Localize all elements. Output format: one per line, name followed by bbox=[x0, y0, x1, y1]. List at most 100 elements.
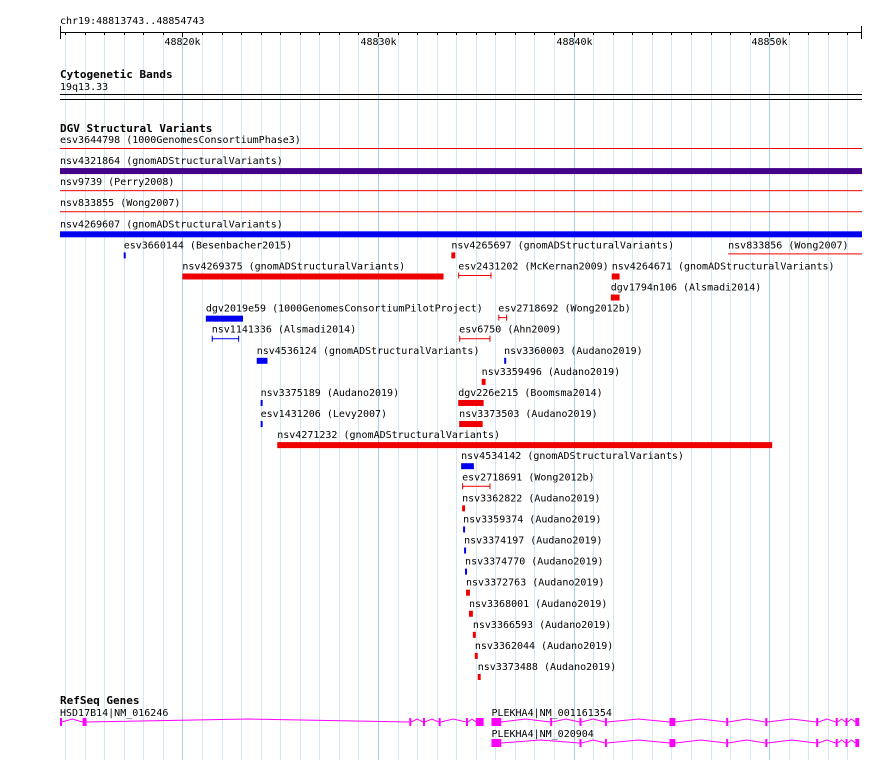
dgv-feature[interactable]: nsv3366593 (Audano2019) bbox=[472, 620, 611, 638]
refseq-exon bbox=[491, 739, 502, 747]
dgv-feature-label: nsv3362044 (Audano2019) bbox=[475, 641, 613, 652]
dgv-feature[interactable]: nsv833855 (Wong2007) bbox=[60, 198, 862, 213]
ruler[interactable]: 48820k 48830k 48840k 48850k bbox=[60, 26, 862, 48]
dgv-feature-label: nsv3373488 (Audano2019) bbox=[478, 662, 616, 673]
dgv-feature-glyph bbox=[477, 674, 481, 680]
dgv-feature-label: nsv3359374 (Audano2019) bbox=[463, 514, 601, 525]
dgv-feature[interactable]: nsv3373503 (Audano2019) bbox=[459, 409, 598, 428]
dgv-feature[interactable]: nsv3359496 (Audano2019) bbox=[481, 367, 620, 385]
dgv-feature-label: nsv3373503 (Audano2019) bbox=[459, 409, 597, 420]
refseq-exon bbox=[550, 718, 553, 726]
dgv-feature-label: dgv1794n106 (Alsmadi2014) bbox=[611, 283, 762, 294]
dgv-feature-label: nsv4269607 (gnomADStructuralVariants) bbox=[60, 219, 283, 230]
refseq-exon bbox=[845, 739, 848, 747]
dgv-feature-glyph bbox=[60, 190, 862, 192]
dgv-feature[interactable]: nsv4269375 (gnomADStructuralVariants) bbox=[182, 261, 444, 280]
dgv-feature-label: nsv3374770 (Audano2019) bbox=[465, 557, 603, 568]
dgv-feature-glyph bbox=[60, 211, 862, 213]
dgv-feature-cap bbox=[238, 335, 240, 342]
dgv-feature-glyph bbox=[461, 463, 474, 470]
dgv-feature-label: nsv3375189 (Audano2019) bbox=[261, 388, 399, 399]
dgv-feature-cap bbox=[211, 335, 213, 342]
dgv-feature[interactable]: dgv2019e59 (1000GenomesConsortiumPilotPr… bbox=[205, 304, 483, 322]
dgv-feature[interactable]: nsv833856 (Wong2007) bbox=[728, 240, 862, 255]
cytoband-label: 19q13.33 bbox=[60, 82, 108, 93]
dgv-feature[interactable]: esv3644798 (1000GenomesConsortiumPhase3) bbox=[60, 135, 862, 149]
dgv-feature-glyph bbox=[256, 357, 268, 364]
dgv-feature[interactable]: nsv4264671 (gnomADStructuralVariants) bbox=[611, 261, 835, 280]
dgv-feature-glyph bbox=[462, 505, 466, 512]
dgv-feature-label: nsv3372763 (Audano2019) bbox=[466, 578, 604, 589]
dgv-track: esv3644798 (1000GenomesConsortiumPhase3)… bbox=[60, 135, 862, 680]
dgv-feature-glyph bbox=[466, 589, 470, 596]
dgv-feature-label: esv2718692 (Wong2012b) bbox=[498, 304, 630, 315]
dgv-feature-label: esv2431202 (McKernan2009) bbox=[458, 261, 609, 272]
dgv-feature[interactable]: esv6750 (Ahn2009) bbox=[459, 325, 562, 342]
dgv-feature-glyph bbox=[459, 338, 491, 340]
track-title-dgv[interactable]: DGV Structural Variants bbox=[60, 122, 212, 135]
dgv-feature[interactable]: nsv1141336 (Alsmadi2014) bbox=[211, 325, 357, 342]
dgv-feature[interactable]: dgv1794n106 (Alsmadi2014) bbox=[610, 283, 762, 301]
dgv-feature[interactable]: esv2431202 (McKernan2009) bbox=[458, 261, 609, 279]
dgv-feature[interactable]: nsv4265697 (gnomADStructuralVariants) bbox=[451, 240, 674, 259]
dgv-feature-glyph bbox=[504, 357, 507, 364]
dgv-feature-label: nsv9739 (Perry2008) bbox=[60, 177, 174, 188]
refseq-gene[interactable]: HSD17B14|NM_016246 bbox=[60, 708, 484, 726]
dgv-feature-glyph bbox=[611, 273, 620, 280]
refseq-exon bbox=[579, 718, 582, 726]
dgv-feature-glyph bbox=[182, 273, 444, 280]
dgv-feature[interactable]: nsv4271232 (gnomADStructuralVariants) bbox=[277, 430, 773, 449]
dgv-feature-label: nsv4269375 (gnomADStructuralVariants) bbox=[182, 261, 405, 272]
dgv-feature-cap bbox=[498, 314, 500, 321]
dgv-feature[interactable]: nsv3373488 (Audano2019) bbox=[477, 662, 616, 680]
dgv-feature[interactable]: dgv226e215 (Boomsma2014) bbox=[458, 388, 603, 406]
dgv-feature-glyph bbox=[458, 274, 492, 276]
dgv-feature-glyph bbox=[205, 315, 244, 322]
dgv-feature-label: nsv4534142 (gnomADStructuralVariants) bbox=[461, 451, 684, 462]
dgv-feature[interactable]: nsv4534142 (gnomADStructuralVariants) bbox=[461, 451, 684, 470]
refseq-gene[interactable]: PLEKHA4|NM_020904 bbox=[491, 729, 860, 747]
dgv-feature[interactable]: nsv3374197 (Audano2019) bbox=[464, 536, 603, 554]
dgv-feature-cap bbox=[489, 483, 491, 490]
dgv-feature[interactable]: nsv3362822 (Audano2019) bbox=[462, 493, 601, 512]
track-title-cytoband[interactable]: Cytogenetic Bands bbox=[60, 68, 173, 81]
dgv-feature-glyph bbox=[60, 168, 862, 175]
refseq-exon bbox=[726, 718, 729, 726]
dgv-feature-label: nsv833856 (Wong2007) bbox=[728, 240, 848, 251]
dgv-feature[interactable]: nsv4269607 (gnomADStructuralVariants) bbox=[60, 219, 862, 238]
dgv-feature-label: nsv3366593 (Audano2019) bbox=[473, 620, 611, 631]
ruler-tick-label: 48820k bbox=[164, 37, 200, 48]
dgv-feature[interactable]: esv2718692 (Wong2012b) bbox=[498, 304, 631, 321]
dgv-feature[interactable]: nsv9739 (Perry2008) bbox=[60, 177, 862, 192]
dgv-feature-cap bbox=[458, 272, 460, 279]
dgv-feature[interactable]: nsv3359374 (Audano2019) bbox=[463, 514, 602, 533]
dgv-feature-label: esv2718691 (Wong2012b) bbox=[462, 472, 594, 483]
ruler-tick-label: 48830k bbox=[360, 37, 396, 48]
refseq-exon bbox=[765, 739, 768, 747]
dgv-feature-label: dgv2019e59 (1000GenomesConsortiumPilotPr… bbox=[206, 304, 483, 315]
refseq-exon bbox=[604, 739, 607, 747]
dgv-feature[interactable]: nsv3368001 (Audano2019) bbox=[468, 599, 607, 617]
refseq-exon bbox=[845, 718, 848, 726]
refseq-exon bbox=[816, 739, 819, 747]
dgv-feature-glyph bbox=[468, 610, 473, 617]
refseq-exon bbox=[855, 718, 860, 726]
dgv-feature-cap bbox=[462, 483, 464, 490]
dgv-feature[interactable]: esv3660144 (Besenbacher2015) bbox=[123, 240, 293, 259]
dgv-feature[interactable]: nsv4321864 (gnomADStructuralVariants) bbox=[60, 156, 862, 175]
dgv-feature-label: esv6750 (Ahn2009) bbox=[459, 325, 561, 336]
refseq-gene[interactable]: PLEKHA4|NM_001161354 bbox=[491, 708, 860, 726]
dgv-feature[interactable]: nsv3360003 (Audano2019) bbox=[504, 346, 643, 364]
dgv-feature-label: nsv3374197 (Audano2019) bbox=[464, 536, 602, 547]
dgv-feature[interactable]: nsv4536124 (gnomADStructuralVariants) bbox=[256, 346, 480, 364]
track-title-refseq[interactable]: RefSeq Genes bbox=[60, 694, 139, 707]
refseq-exon bbox=[835, 739, 838, 747]
dgv-feature[interactable]: esv1431206 (Levy2007) bbox=[260, 409, 387, 428]
dgv-feature[interactable]: nsv3372763 (Audano2019) bbox=[466, 578, 605, 596]
dgv-feature-glyph bbox=[463, 526, 466, 533]
refseq-exon bbox=[409, 718, 412, 726]
ruler-tick-label: 48850k bbox=[751, 37, 787, 48]
dgv-feature-label: esv3644798 (1000GenomesConsortiumPhase3) bbox=[60, 135, 301, 146]
dgv-feature-glyph bbox=[464, 547, 467, 554]
refseq-exon bbox=[835, 718, 838, 726]
